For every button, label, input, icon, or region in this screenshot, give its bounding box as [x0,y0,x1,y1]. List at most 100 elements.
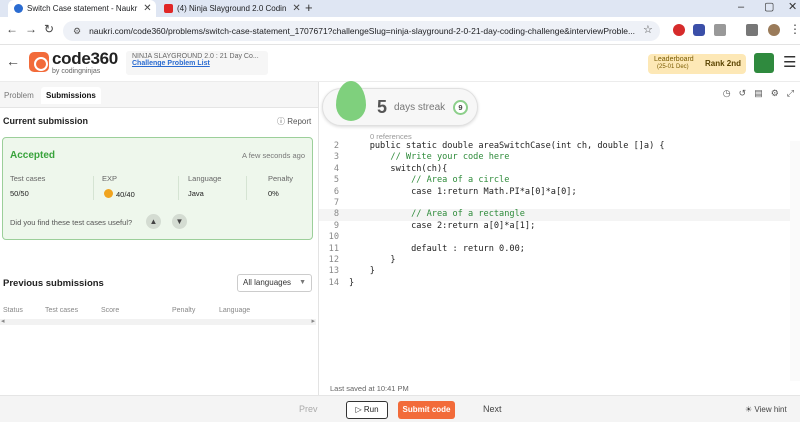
line-number: 11 [328,243,339,254]
leaderboard-label: Leaderboard [654,56,694,63]
logo-subtitle: by codingninjas [52,68,101,75]
divider [178,176,179,200]
line-number: 2 [333,141,339,151]
info-icon: ⓘ [277,117,288,126]
code-line: 2 public static double areaSwitchCase(in… [319,141,790,152]
site-settings-icon[interactable]: ⚙ [73,26,81,37]
line-number: 6 [333,186,339,197]
code-text: // Area of a circle [349,175,510,186]
lightbulb-icon: ☀ [745,405,755,414]
feedback-question: Did you find these test cases useful? [10,218,133,227]
streak-count: 5 [377,97,388,117]
streak-popup: 5 days streak 9 [322,81,478,126]
hamburger-menu-icon[interactable]: ☰ [783,53,796,71]
thumbs-up-icon[interactable]: ▲ [146,214,161,229]
streak-label: days streak [394,102,446,113]
bookmark-star-icon[interactable]: ☆ [643,23,653,36]
divider [246,176,247,200]
line-number: 3 [333,152,339,163]
stat-label-exp: EXP [102,174,118,183]
scroll-right-icon[interactable]: ▸ [311,317,315,325]
play-icon: ▷ [355,405,364,414]
editor-vertical-scrollbar[interactable] [790,141,800,381]
view-hint-button[interactable]: ☀ View hint [745,405,787,414]
logo-text[interactable]: code360 [52,49,118,69]
reset-code-icon[interactable]: ↺ [739,88,747,99]
leaderboard-button[interactable]: Leaderboard (25-01 Dec) Rank 2nd [648,54,746,74]
chevron-down-icon: ▼ [299,279,306,286]
close-window-icon[interactable]: ✕ [788,0,797,15]
leaderboard-date: (25-01 Dec) [657,64,689,70]
view-hint-label: View hint [754,405,787,414]
extensions-puzzle-icon[interactable] [714,24,726,36]
thumbs-down-icon[interactable]: ▼ [172,214,187,229]
left-tabs: Problem Submissions [0,82,318,108]
user-avatar[interactable] [754,53,774,73]
exp-value: 40/40 [116,190,135,199]
browser-tab-ninja-slayground[interactable]: (4) Ninja Slayground 2.0 Codin ✕ [158,0,300,17]
tab-submissions[interactable]: Submissions [41,87,101,104]
status-badge: Accepted [10,150,56,161]
fullscreen-icon[interactable]: ⤢ [787,88,794,99]
code-line: 3 // Write your code here [319,152,790,163]
line-number: 8 [333,209,339,220]
code-text: case 1:return Math.PI*a[0]*a[0]; [349,186,577,197]
settings-icon[interactable]: ⚙ [771,88,779,99]
timer-icon[interactable]: ◷ [723,88,731,99]
submissions-panel: Problem Submissions Current submission ⓘ… [0,82,318,395]
line-number: 14 [328,277,339,288]
browser-tab-bar: Switch Case statement - Naukr ✕ (4) Ninj… [0,0,800,17]
column-header-score: Score [101,307,120,314]
youtube-favicon-icon [164,4,173,13]
back-arrow-icon[interactable]: ← [6,53,20,69]
code-text: // Area of a rectangle [349,209,525,220]
code-text: } [349,277,355,288]
scroll-left-icon[interactable]: ◂ [1,317,5,325]
code-text: // Write your code here [349,152,510,163]
column-header-language: Language [219,307,251,314]
forward-arrow-icon[interactable]: → [25,22,37,36]
reload-icon[interactable]: ↻ [44,22,54,36]
profile-avatar-icon[interactable] [768,24,780,36]
back-arrow-icon[interactable]: ← [6,22,18,36]
next-button[interactable]: Next [483,404,502,414]
previous-submissions-title: Previous submissions [3,278,104,289]
code-line: 7 [319,198,790,209]
browser-tab-switch-case[interactable]: Switch Case statement - Naukr ✕ [8,0,156,17]
divider [93,176,94,200]
submission-time: A few seconds ago [242,151,305,160]
code360-logo-icon[interactable] [29,52,49,72]
code-line: 4 switch(ch){ [319,164,790,175]
opera-extension-icon[interactable] [673,24,685,36]
maximize-icon[interactable]: ▢ [764,0,774,15]
close-tab-icon[interactable]: ✕ [292,3,300,14]
language-filter-select[interactable]: All languages ▼ [237,274,312,292]
streak-flame-icon [336,81,366,121]
event-info: NINJA SLAYGROUND 2.0 : 21 Day Co... Chal… [126,51,268,75]
challenge-problem-list-link[interactable]: Challenge Problem List [132,60,262,67]
tab-title: Switch Case statement - Naukr [27,4,138,13]
naukri-favicon-icon [14,4,23,13]
reading-list-icon[interactable] [746,24,758,36]
tab-problem[interactable]: Problem [4,91,34,100]
line-number: 7 [333,197,339,208]
column-header-test-cases: Test cases [45,307,79,314]
shield-extension-icon[interactable] [693,24,705,36]
tab-title: (4) Ninja Slayground 2.0 Codin [177,4,287,13]
run-button[interactable]: ▷ Run [346,401,388,419]
minimize-icon[interactable]: – [738,0,744,15]
notes-icon[interactable]: ▤ [754,88,763,99]
report-button[interactable]: ⓘ Report [277,116,311,127]
code-line: 11 default : return 0.00; [319,244,790,255]
prev-button[interactable]: Prev [299,404,318,414]
browser-menu-icon[interactable]: ⋮ [789,22,800,36]
address-bar[interactable]: ⚙ naukri.com/code360/problems/switch-cas… [63,21,660,41]
submit-code-button[interactable]: Submit code [398,401,455,419]
close-tab-icon[interactable]: ✕ [143,3,151,14]
horizontal-scrollbar[interactable]: ◂ ▸ [0,317,316,325]
stat-value-language: Java [188,189,204,198]
new-tab-button[interactable]: + [305,0,313,15]
code-line: 12 } [319,255,790,266]
report-label: Report [287,117,312,126]
code-area[interactable]: 2 public static double areaSwitchCase(in… [319,141,790,289]
